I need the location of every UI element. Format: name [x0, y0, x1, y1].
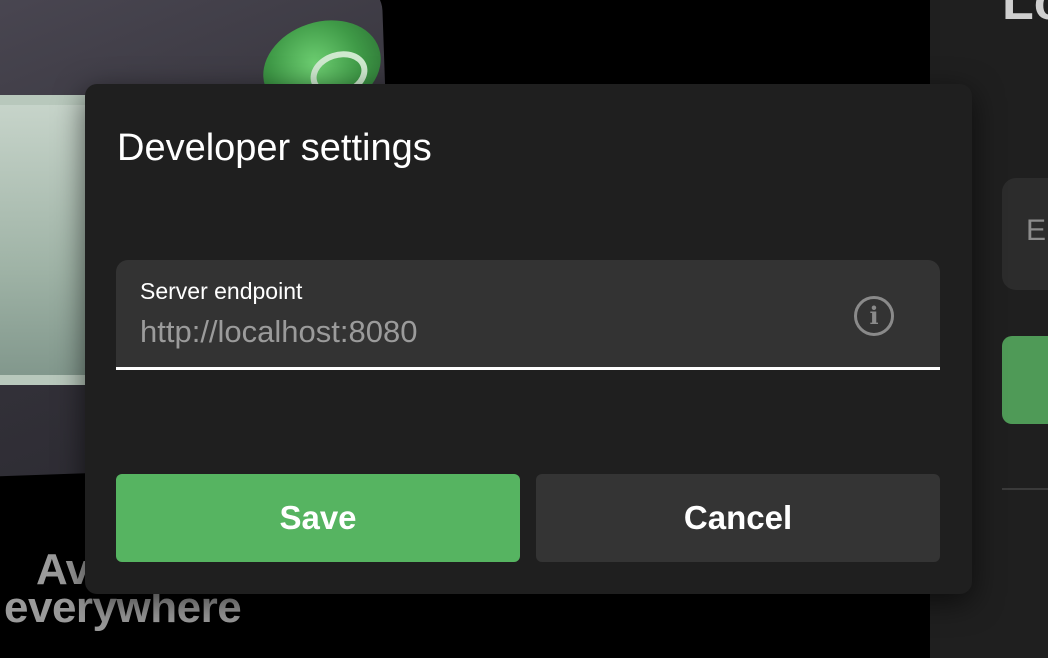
info-icon[interactable]: i [854, 296, 894, 336]
save-button[interactable]: Save [116, 474, 520, 562]
login-panel-divider [1002, 488, 1048, 490]
server-endpoint-label: Server endpoint [140, 278, 303, 304]
server-endpoint-input[interactable] [140, 312, 820, 352]
login-panel-title: Lo [1002, 0, 1048, 31]
cancel-button[interactable]: Cancel [536, 474, 940, 562]
dialog-title: Developer settings [117, 127, 432, 169]
developer-settings-dialog: Developer settings Server endpoint i Sav… [85, 84, 972, 594]
server-endpoint-field[interactable]: Server endpoint i [116, 260, 940, 370]
login-panel-input: En [1002, 178, 1048, 290]
login-panel-button [1002, 336, 1048, 424]
login-panel-input-text: En [1026, 214, 1048, 247]
